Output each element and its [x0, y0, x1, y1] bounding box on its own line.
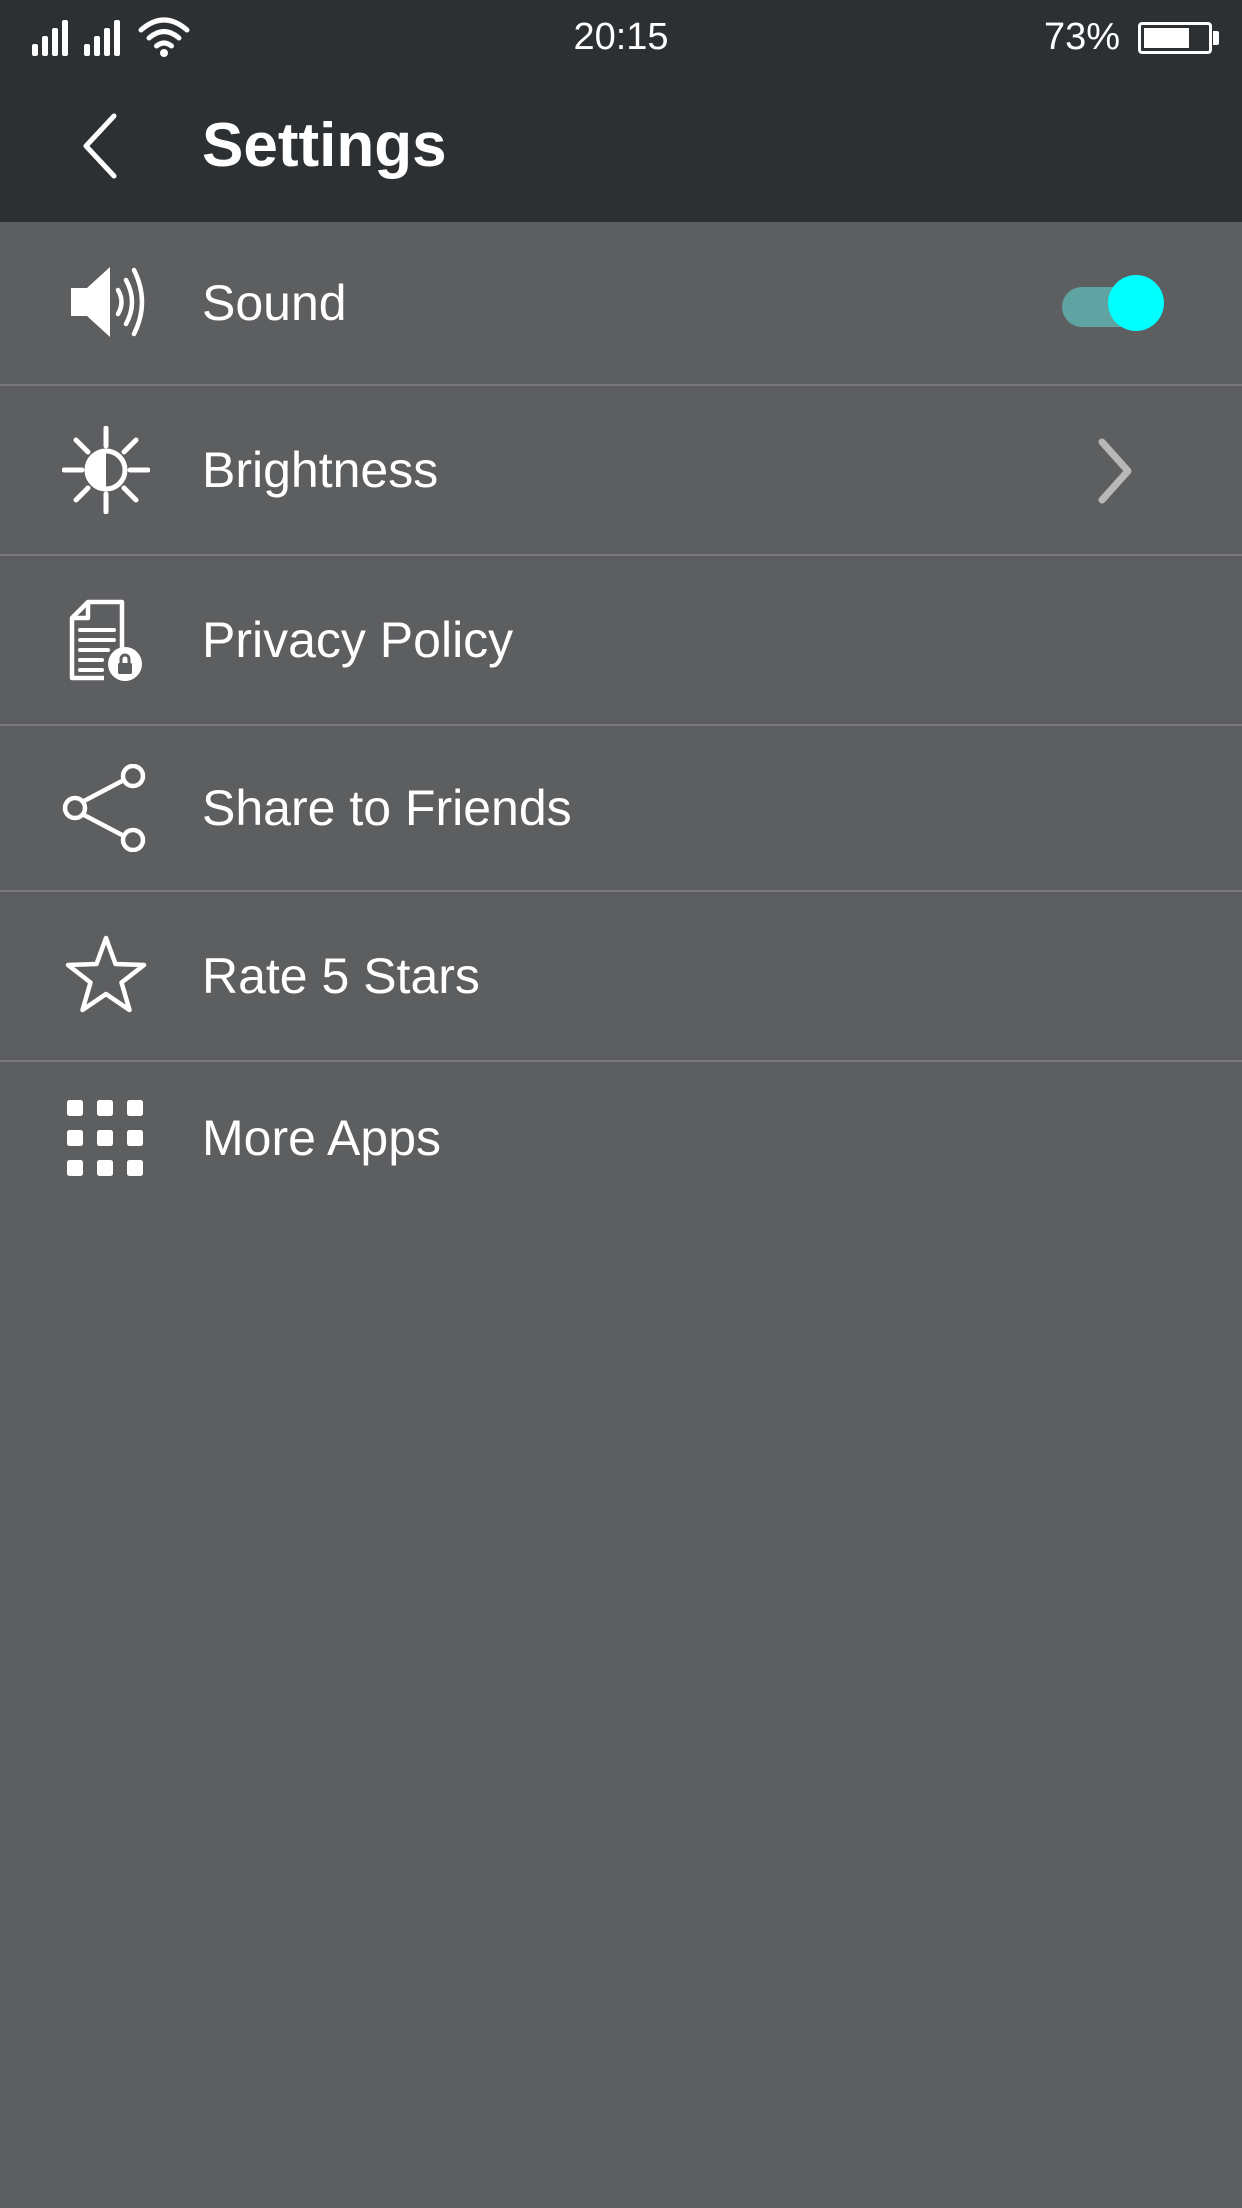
status-bar: 20:15 73%	[0, 0, 1242, 70]
app-header: Settings	[0, 70, 1242, 222]
settings-item-more-apps[interactable]: More Apps	[0, 1062, 1242, 1230]
page-title: Settings	[202, 111, 447, 180]
settings-item-rate[interactable]: Rate 5 Stars	[0, 892, 1242, 1062]
more-apps-label: More Apps	[202, 1110, 442, 1166]
battery-icon	[1138, 22, 1212, 54]
speaker-icon	[71, 267, 145, 337]
settings-item-share[interactable]: Share to Friends	[0, 726, 1242, 892]
settings-item-brightness[interactable]: Brightness	[0, 386, 1242, 556]
back-button[interactable]	[66, 108, 142, 184]
settings-item-privacy-policy[interactable]: Privacy Policy	[0, 556, 1242, 726]
privacy-document-icon	[69, 599, 142, 681]
sound-label: Sound	[202, 275, 347, 331]
chevron-left-icon	[83, 113, 117, 179]
chevron-right-icon	[1098, 438, 1132, 504]
privacy-policy-label: Privacy Policy	[202, 612, 514, 668]
star-icon	[65, 935, 147, 1013]
battery-tip	[1213, 31, 1219, 45]
brightness-label: Brightness	[202, 442, 439, 498]
share-icon	[62, 764, 146, 852]
brightness-icon	[62, 426, 150, 514]
share-label: Share to Friends	[202, 780, 572, 836]
toggle-knob	[1108, 275, 1164, 331]
settings-list: Sound Brightness Privacy Policy Share to…	[0, 222, 1242, 1230]
battery-percent: 73%	[1043, 16, 1120, 58]
settings-item-sound[interactable]: Sound	[0, 222, 1242, 386]
grid-icon	[67, 1100, 143, 1176]
rate-label: Rate 5 Stars	[202, 948, 480, 1004]
sound-toggle[interactable]	[1062, 273, 1166, 333]
battery-fill	[1144, 28, 1189, 48]
